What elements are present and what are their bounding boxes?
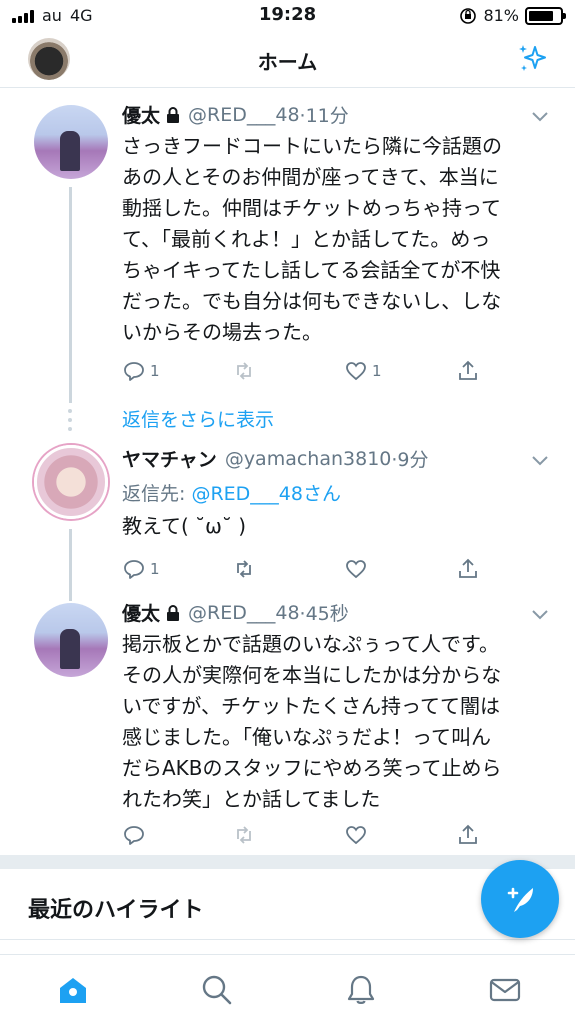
highlights-title: 最近のハイライト — [28, 898, 204, 923]
share-icon — [459, 360, 477, 380]
tweet-actions — [122, 823, 482, 849]
reply-to-prefix: 返信先: — [122, 483, 192, 505]
retweet-icon — [237, 362, 251, 380]
messages-icon — [489, 978, 521, 1002]
reply-to-line: 返信先: @RED___48さん — [122, 479, 341, 506]
top-nav-bar: ホーム — [0, 32, 575, 88]
chevron-down-icon[interactable] — [531, 111, 549, 123]
heart-icon — [346, 826, 366, 845]
compose-feather-icon — [507, 887, 533, 912]
reply-button[interactable] — [122, 823, 146, 847]
share-button[interactable] — [456, 823, 480, 847]
retweet-button[interactable] — [232, 823, 256, 847]
user-handle: @yamachan3810 — [224, 447, 392, 470]
tweet-time: ·45秒 — [299, 603, 349, 625]
reply-button[interactable]: 1 — [122, 359, 160, 383]
heart-icon — [346, 362, 366, 381]
reply-button[interactable]: 1 — [122, 557, 160, 581]
share-button[interactable] — [456, 359, 480, 383]
reply-icon — [124, 826, 144, 845]
search-icon — [202, 975, 232, 1005]
like-button[interactable] — [344, 823, 368, 847]
like-count: 1 — [372, 362, 382, 380]
avatar-yamachan[interactable] — [34, 445, 108, 519]
tweet-actions: 1 1 — [122, 359, 482, 385]
tweet-2[interactable]: ヤマチャン @yamachan3810 ·9分 返信先: @RED___48さん… — [0, 435, 575, 601]
battery-icon — [525, 6, 566, 25]
display-name[interactable]: ヤマチャン — [122, 445, 217, 472]
show-more-replies-link[interactable]: 返信をさらに表示 — [122, 405, 274, 432]
lock-icon — [167, 106, 180, 123]
reply-to-mention[interactable]: @RED___48さん — [191, 483, 341, 505]
retweet-button[interactable] — [232, 359, 256, 383]
tweet-text: さっきフードコートにいたら隣に今話題の あの人とそのお仲間が座ってきて、本当に … — [122, 134, 502, 344]
retweet-button[interactable] — [232, 557, 256, 581]
avatar-yuta[interactable] — [34, 105, 108, 179]
home-icon — [60, 978, 86, 1003]
status-bar: au 4G 19:28 81% — [0, 0, 575, 32]
display-name[interactable]: 優太 — [122, 599, 160, 626]
tab-search[interactable] — [200, 973, 234, 1007]
reply-icon — [124, 560, 144, 579]
tweet-actions: 1 — [122, 557, 482, 583]
tweet-text: 掲示板とかで話題のいなぷぅって人です。 その人が実際何を本当にしたかは分からな … — [122, 632, 502, 811]
share-button[interactable] — [456, 557, 480, 581]
user-handle: @RED___48 — [188, 103, 300, 126]
tweet-header: 優太 @RED___48 ·45秒 — [122, 599, 349, 626]
battery-percent: 81% — [483, 6, 519, 25]
tweet-3[interactable]: 優太 @RED___48 ·45秒 掲示板とかで話題のいなぷぅって人です。 その… — [0, 595, 575, 845]
tab-home[interactable] — [56, 973, 90, 1007]
reply-count: 1 — [150, 560, 160, 578]
sparkle-icon[interactable] — [515, 41, 549, 75]
tab-notifications[interactable] — [344, 973, 378, 1007]
avatar-yuta[interactable] — [34, 603, 108, 677]
chevron-down-icon[interactable] — [531, 609, 549, 621]
tab-messages[interactable] — [488, 973, 522, 1007]
thread-line — [69, 187, 72, 403]
status-right: 81% — [459, 6, 566, 25]
tweet-text: 教えて( ˘ω˘ ) — [122, 514, 247, 538]
reply-count: 1 — [150, 362, 160, 380]
retweet-icon — [237, 826, 251, 844]
tweet-1[interactable]: 優太 @RED___48 ·11分 さっきフードコートにいたら隣に今話題の あの… — [0, 89, 575, 403]
compose-tweet-button[interactable] — [481, 860, 559, 938]
tweet-header: 優太 @RED___48 ·11分 — [122, 101, 349, 128]
page-title: ホーム — [257, 50, 318, 74]
user-handle: @RED___48 — [188, 601, 300, 624]
like-button[interactable] — [344, 557, 368, 581]
notifications-icon — [347, 975, 375, 1004]
thread-line — [69, 529, 72, 601]
like-button[interactable]: 1 — [344, 359, 382, 383]
tweet-time: ·9分 — [391, 449, 429, 471]
display-name[interactable]: 優太 — [122, 101, 160, 128]
tweet-header: ヤマチャン @yamachan3810 ·9分 — [122, 445, 429, 472]
share-icon — [459, 558, 477, 578]
chevron-down-icon[interactable] — [531, 455, 549, 467]
retweet-icon — [237, 560, 251, 578]
heart-icon — [346, 560, 366, 579]
share-icon — [459, 824, 477, 844]
reply-icon — [124, 362, 144, 381]
bottom-tab-bar — [0, 954, 575, 1024]
lock-icon — [167, 604, 180, 621]
tweet-time: ·11分 — [299, 105, 349, 127]
thread-dots — [68, 409, 72, 431]
orientation-lock-icon — [460, 7, 477, 24]
